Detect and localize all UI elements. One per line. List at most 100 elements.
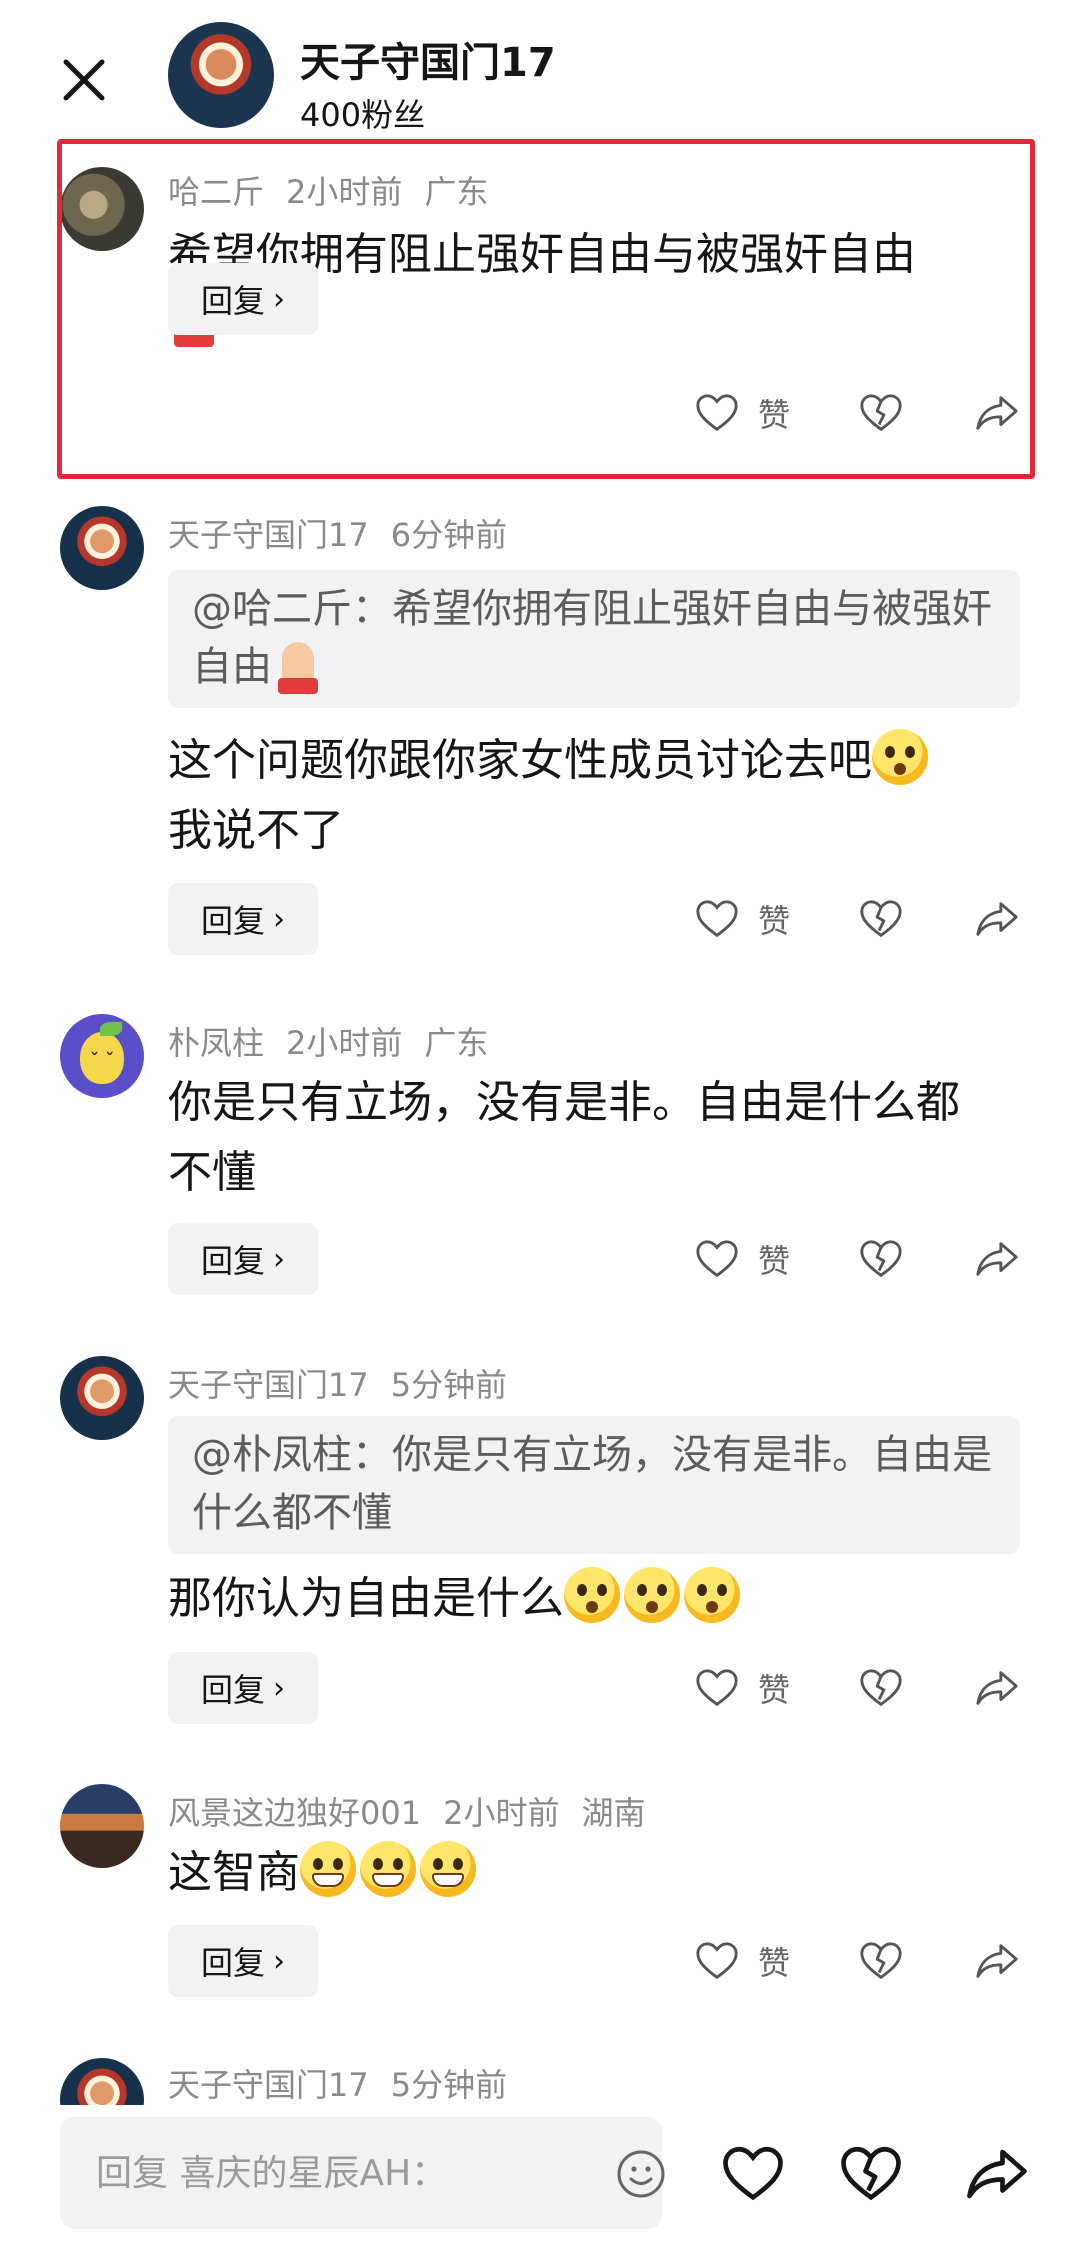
follower-count: 400粉丝 [300, 96, 426, 134]
heart-icon [696, 900, 738, 938]
comment-username[interactable]: 朴凤柱 [168, 1024, 264, 1062]
comment-location: 广东 [424, 173, 489, 211]
dislike-button[interactable] [858, 1938, 904, 1984]
heart-icon[interactable] [720, 2141, 786, 2207]
comment-time: 2小时前 [286, 173, 403, 211]
grinning-face-emoji-icon [300, 1841, 356, 1897]
reply-button[interactable]: 回复 › [168, 263, 318, 335]
like-button[interactable]: 赞 [694, 1938, 790, 1984]
dislike-button[interactable] [858, 1665, 904, 1711]
reply-button[interactable]: 回复 › [168, 883, 318, 955]
comment-username[interactable]: 天子守国门17 [168, 1366, 369, 1404]
share-arrow-icon [976, 902, 1018, 936]
avatar[interactable] [60, 1356, 144, 1440]
heart-icon [696, 1669, 738, 1707]
chevron-right-icon: › [273, 1670, 285, 1706]
like-label: 赞 [758, 1242, 791, 1280]
avatar[interactable]: ˇ ˇ [60, 1014, 144, 1098]
shushing-face-emoji-icon [564, 1567, 620, 1623]
comment-text: 那你认为自由是什么 [168, 1564, 1008, 1634]
dislike-button[interactable] [858, 1236, 904, 1282]
share-button[interactable] [974, 1938, 1020, 1984]
reply-input[interactable] [96, 2117, 576, 2229]
comment-text-content: 我说不了 [168, 805, 344, 856]
comment-page: 天子守国门17 400粉丝 哈二斤 2小时前 广东 希望你拥有阻止强奸自由与被强奸自… [0, 0, 1080, 2263]
quoted-comment: @哈二斤：希望你拥有阻止强奸自由与被强奸自由 [168, 570, 1020, 708]
broken-heart-icon[interactable] [838, 2141, 904, 2207]
reply-button[interactable]: 回复 › [168, 1925, 318, 1997]
reply-label: 回复 [200, 902, 265, 940]
share-button[interactable] [974, 1665, 1020, 1711]
shushing-face-emoji-icon [684, 1567, 740, 1623]
avatar[interactable] [60, 167, 144, 251]
like-button[interactable]: 赞 [694, 390, 790, 436]
comment-text: 你是只有立场，没有是非。自由是什么都不懂 [168, 1077, 960, 1198]
like-button[interactable]: 赞 [694, 1236, 790, 1282]
heart-icon [696, 1942, 738, 1980]
reply-label: 回复 [200, 282, 265, 320]
smile-icon[interactable] [616, 2149, 666, 2199]
comment-location: 湖南 [581, 1794, 646, 1832]
like-label: 赞 [758, 902, 791, 940]
comment-time: 5分钟前 [390, 2066, 508, 2104]
broken-heart-icon [860, 1942, 902, 1980]
broken-heart-icon [860, 900, 902, 938]
like-button[interactable]: 赞 [694, 896, 790, 942]
comment-time: 5分钟前 [390, 1366, 508, 1404]
broken-heart-icon [860, 1240, 902, 1278]
comment-text-content: 这智商 [168, 1847, 300, 1898]
comment-time: 2小时前 [443, 1794, 560, 1832]
author-name[interactable]: 天子守国门17 [300, 30, 556, 88]
comment-username[interactable]: 风景这边独好001 [168, 1794, 421, 1832]
shushing-face-emoji-icon [624, 1567, 680, 1623]
like-label: 赞 [758, 1944, 791, 1982]
author-avatar[interactable] [168, 22, 274, 128]
comment-username[interactable]: 天子守国门17 [168, 2066, 369, 2104]
share-arrow-icon [976, 1944, 1018, 1978]
chevron-right-icon: › [273, 1943, 285, 1979]
share-arrow-icon[interactable] [964, 2141, 1030, 2207]
share-arrow-icon [976, 1242, 1018, 1276]
comment-meta: 天子守国门17 6分钟前 [168, 510, 507, 556]
avatar[interactable] [60, 1784, 144, 1868]
share-button[interactable] [974, 390, 1020, 436]
folded-hands-emoji-icon [272, 640, 318, 694]
dislike-button[interactable] [858, 896, 904, 942]
comment-meta: 天子守国门17 5分钟前 [168, 2060, 507, 2106]
like-button[interactable]: 赞 [694, 1665, 790, 1711]
close-button[interactable] [52, 48, 116, 112]
comment-text: 这个问题你跟你家女性成员讨论去吧 我说不了 [168, 726, 1008, 866]
reply-button[interactable]: 回复 › [168, 1652, 318, 1724]
dislike-button[interactable] [858, 390, 904, 436]
reply-label: 回复 [200, 1944, 265, 1982]
avatar[interactable] [60, 506, 144, 590]
share-arrow-icon [976, 1671, 1018, 1705]
grinning-face-emoji-icon [420, 1841, 476, 1897]
chevron-right-icon: › [273, 1241, 285, 1277]
comment-meta: 天子守国门17 5分钟前 [168, 1360, 507, 1406]
share-button[interactable] [974, 896, 1020, 942]
chevron-right-icon: › [273, 901, 285, 937]
comment-username[interactable]: 哈二斤 [168, 173, 264, 211]
like-label: 赞 [758, 396, 791, 434]
grinning-face-emoji-icon [360, 1841, 416, 1897]
broken-heart-icon [860, 394, 902, 432]
comment-meta: 朴凤柱 2小时前 广东 [168, 1018, 488, 1064]
comment-meta: 哈二斤 2小时前 广东 [168, 167, 488, 213]
heart-icon [696, 394, 738, 432]
comment-text-content: 那你认为自由是什么 [168, 1573, 564, 1624]
reply-input-box[interactable] [60, 2117, 665, 2229]
comment-username[interactable]: 天子守国门17 [168, 516, 369, 554]
comment-time: 6分钟前 [390, 516, 508, 554]
share-button[interactable] [974, 1236, 1020, 1282]
comment-time: 2小时前 [286, 1024, 403, 1062]
chevron-right-icon: › [273, 281, 285, 317]
header: 天子守国门17 400粉丝 [0, 0, 1080, 140]
quoted-comment: @朴凤柱：你是只有立场，没有是非。自由是什么都不懂 [168, 1416, 1020, 1554]
heart-icon [696, 1240, 738, 1278]
broken-heart-icon [860, 1669, 902, 1707]
share-arrow-icon [976, 396, 1018, 430]
comment-location: 广东 [424, 1024, 489, 1062]
comment-text: 这智商 [168, 1838, 1008, 1908]
reply-button[interactable]: 回复 › [168, 1223, 318, 1295]
